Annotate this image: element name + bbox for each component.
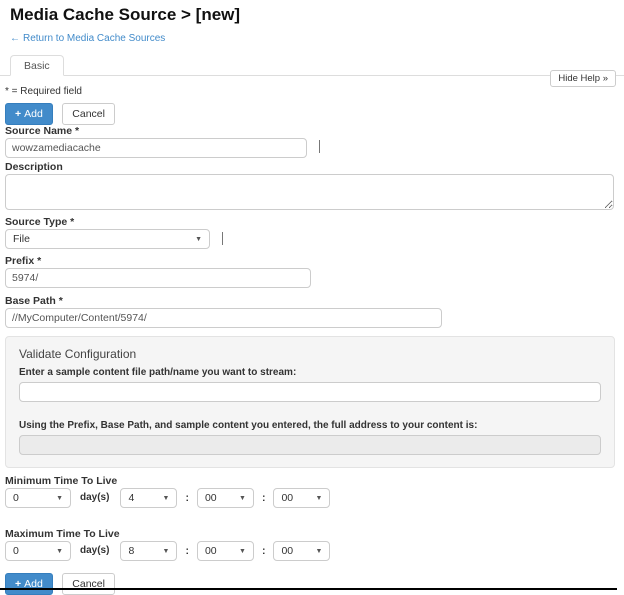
- cancel-button-bottom[interactable]: Cancel: [62, 573, 115, 595]
- source-type-row: File ▼: [5, 228, 616, 249]
- tab-basic[interactable]: Basic: [10, 55, 64, 76]
- full-address-label: Using the Prefix, Base Path, and sample …: [19, 420, 601, 432]
- full-address-output: [19, 435, 601, 455]
- add-button-bottom[interactable]: +Add: [5, 573, 53, 595]
- prefix-input[interactable]: [5, 268, 311, 288]
- input-cursor-mark: [222, 232, 223, 245]
- chevron-down-icon: ▼: [239, 548, 246, 555]
- page-header: Media Cache Source > [new] ←Return to Me…: [0, 0, 624, 46]
- chevron-down-icon: ▼: [56, 548, 63, 555]
- max-ttl-minutes-value: 00: [205, 545, 217, 557]
- plus-icon: +: [15, 108, 21, 120]
- max-ttl-seconds-value: 00: [281, 545, 293, 557]
- min-ttl-minutes-select[interactable]: 00 ▼: [197, 488, 254, 508]
- chevron-down-icon: ▼: [316, 495, 323, 502]
- prefix-label: Prefix *: [5, 255, 616, 267]
- chevron-down-icon: ▼: [163, 495, 170, 502]
- min-ttl-hours-select[interactable]: 4▼: [120, 488, 177, 508]
- max-ttl-minutes-select[interactable]: 00 ▼: [197, 541, 254, 561]
- min-ttl-hours-value: 4: [128, 492, 134, 504]
- source-type-selected-value: File: [13, 233, 30, 245]
- max-ttl-days-value: 0: [13, 545, 19, 557]
- ttl-colon: :: [185, 545, 189, 557]
- max-ttl-label: Maximum Time To Live: [5, 528, 616, 540]
- back-link-label: Return to Media Cache Sources: [23, 33, 165, 44]
- top-action-row: +Add Cancel: [5, 103, 616, 125]
- source-type-label: Source Type *: [5, 216, 616, 228]
- min-ttl-row: 0▼ day(s) 4▼ : 00▼ : 00▼: [5, 487, 616, 508]
- description-textarea[interactable]: [5, 174, 614, 210]
- ttl-colon: :: [262, 545, 266, 557]
- tab-bar: Basic: [0, 51, 624, 76]
- source-name-label: Source Name *: [5, 125, 616, 137]
- validate-configuration-title: Validate Configuration: [19, 348, 601, 361]
- validate-configuration-panel: Validate Configuration Enter a sample co…: [5, 336, 615, 468]
- input-cursor-mark: [319, 140, 320, 153]
- description-label: Description: [5, 161, 616, 173]
- min-ttl-minutes-value: 00: [205, 492, 217, 504]
- source-type-select[interactable]: File ▼: [5, 229, 210, 249]
- chevron-down-icon: ▼: [56, 495, 63, 502]
- chevron-down-icon: ▼: [239, 495, 246, 502]
- min-ttl-days-suffix: day(s): [80, 492, 109, 503]
- required-field-note: * = Required field: [5, 86, 616, 98]
- chevron-down-icon: ▼: [316, 548, 323, 555]
- max-ttl-seconds-select[interactable]: 00 ▼: [273, 541, 330, 561]
- sample-content-input[interactable]: [19, 382, 601, 402]
- back-link[interactable]: ←Return to Media Cache Sources: [10, 33, 165, 45]
- hide-help-button[interactable]: Hide Help »: [550, 70, 616, 87]
- back-arrow-icon: ←: [10, 33, 20, 44]
- page-bottom-divider: [0, 588, 617, 590]
- media-cache-source-form: * = Required field +Add Cancel Source Na…: [0, 76, 624, 595]
- sample-content-label: Enter a sample content file path/name yo…: [19, 367, 601, 379]
- max-ttl-days-suffix: day(s): [80, 545, 109, 556]
- min-ttl-days-select[interactable]: 0▼: [5, 488, 71, 508]
- bottom-action-row: +Add Cancel: [5, 573, 616, 595]
- max-ttl-hours-select[interactable]: 8▼: [120, 541, 177, 561]
- add-button-top[interactable]: +Add: [5, 103, 53, 125]
- min-ttl-seconds-value: 00: [281, 492, 293, 504]
- chevron-down-icon: ▼: [163, 548, 170, 555]
- min-ttl-seconds-select[interactable]: 00 ▼: [273, 488, 330, 508]
- page-title: Media Cache Source > [new]: [10, 5, 614, 25]
- max-ttl-row: 0▼ day(s) 8▼ : 00▼ : 00▼: [5, 540, 616, 561]
- base-path-input[interactable]: [5, 308, 442, 328]
- ttl-colon: :: [262, 492, 266, 504]
- max-ttl-hours-value: 8: [128, 545, 134, 557]
- base-path-label: Base Path *: [5, 295, 616, 307]
- source-name-row: [5, 137, 616, 158]
- max-ttl-days-select[interactable]: 0▼: [5, 541, 71, 561]
- media-cache-source-page: Media Cache Source > [new] ←Return to Me…: [0, 0, 624, 595]
- source-name-input[interactable]: [5, 138, 307, 158]
- min-ttl-label: Minimum Time To Live: [5, 475, 616, 487]
- min-ttl-days-value: 0: [13, 492, 19, 504]
- cancel-button-top[interactable]: Cancel: [62, 103, 115, 125]
- ttl-colon: :: [185, 492, 189, 504]
- chevron-down-icon: ▼: [195, 236, 202, 243]
- add-button-label: Add: [24, 108, 43, 120]
